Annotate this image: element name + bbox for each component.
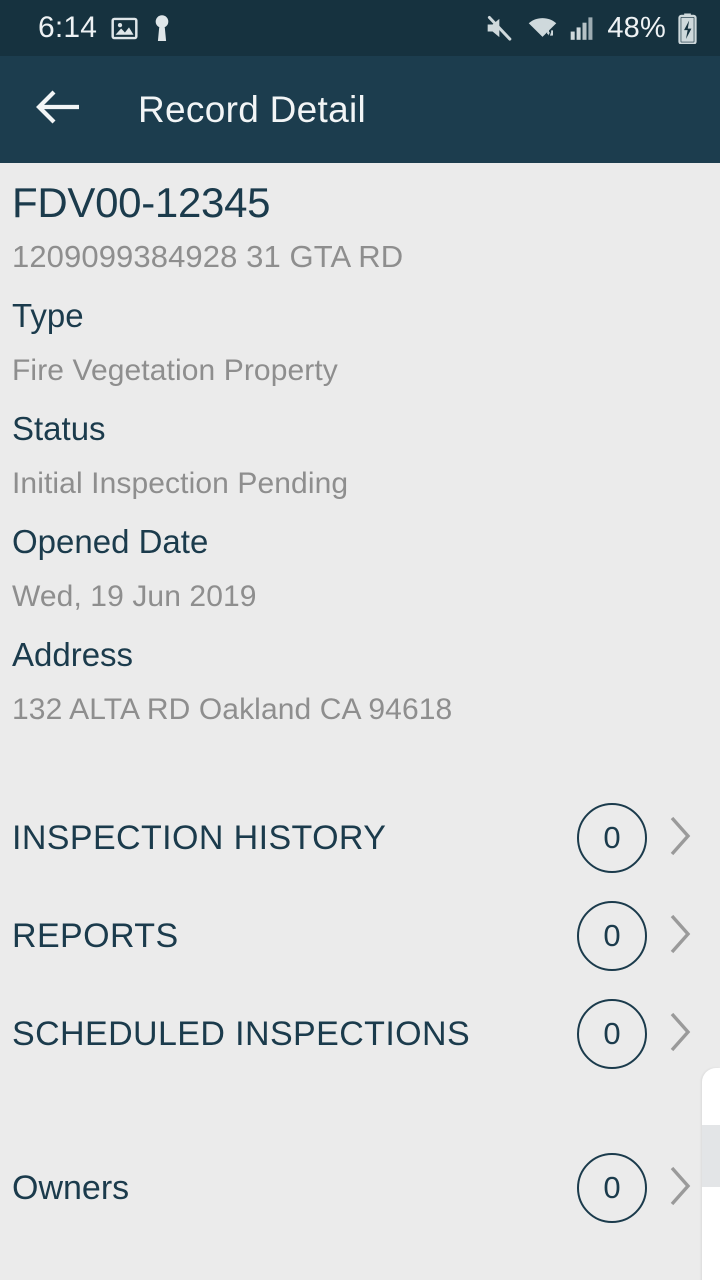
link-row-scheduled-inspections[interactable]: SCHEDULED INSPECTIONS 0 [12, 985, 708, 1083]
record-subtitle: 1209099384928 31 GTA RD [12, 239, 404, 274]
mute-icon [485, 14, 516, 42]
link-row-owners[interactable]: Owners 0 [12, 1139, 708, 1237]
field-type: Type Fire Vegetation Property [12, 297, 708, 388]
row-right-group: 0 [577, 999, 708, 1069]
link-label: SCHEDULED INSPECTIONS [12, 1014, 471, 1053]
field-label: Address [12, 636, 134, 673]
page-title: Record Detail [138, 88, 367, 130]
field-label: Status [12, 410, 106, 447]
arrow-left-icon [36, 89, 82, 130]
image-icon [111, 15, 138, 42]
record-id: FDV00-12345 [12, 179, 271, 226]
app-bar: Record Detail [0, 56, 720, 163]
link-row-reports[interactable]: REPORTS 0 [12, 887, 708, 985]
link-row-inspection-history[interactable]: INSPECTION HISTORY 0 [12, 789, 708, 887]
chevron-right-icon [669, 1011, 692, 1058]
key-icon [152, 14, 172, 42]
field-address: Address 132 ALTA RD Oakland CA 94618 [12, 636, 708, 727]
back-button[interactable] [30, 81, 88, 139]
chevron-right-icon [669, 1165, 692, 1212]
count-badge: 0 [577, 901, 647, 971]
chevron-right-icon [669, 815, 692, 862]
wifi-icon [527, 14, 558, 42]
field-value: Fire Vegetation Property [12, 354, 338, 387]
field-label: Opened Date [12, 523, 209, 560]
field-value: Initial Inspection Pending [12, 467, 349, 500]
chevron-right-icon [669, 913, 692, 960]
battery-charging-icon [677, 12, 698, 44]
field-label: Type [12, 297, 84, 334]
link-label: INSPECTION HISTORY [12, 818, 387, 857]
count-badge: 0 [577, 803, 647, 873]
row-right-group: 0 [577, 803, 708, 873]
link-label: Owners [12, 1168, 130, 1207]
row-right-group: 0 [577, 901, 708, 971]
field-value: 132 ALTA RD Oakland CA 94618 [12, 693, 453, 726]
android-status-bar: 6:14 48% [0, 0, 720, 56]
row-right-group: 0 [577, 1153, 708, 1223]
status-bar-left: 6:14 [38, 11, 172, 45]
link-label: REPORTS [12, 916, 179, 955]
field-status: Status Initial Inspection Pending [12, 410, 708, 501]
field-opened-date: Opened Date Wed, 19 Jun 2019 [12, 523, 708, 614]
side-panel-edge-shade [702, 1125, 720, 1187]
related-links-list: INSPECTION HISTORY 0 REPORTS 0 SCHEDULED… [12, 789, 708, 1237]
record-detail-content: FDV00-12345 1209099384928 31 GTA RD Type… [0, 163, 720, 1280]
battery-percent-label: 48% [607, 11, 666, 44]
count-badge: 0 [577, 999, 647, 1069]
count-badge: 0 [577, 1153, 647, 1223]
status-clock: 6:14 [38, 11, 98, 44]
signal-icon [569, 15, 596, 41]
status-bar-right: 48% [485, 12, 698, 45]
field-value: Wed, 19 Jun 2019 [12, 580, 257, 613]
